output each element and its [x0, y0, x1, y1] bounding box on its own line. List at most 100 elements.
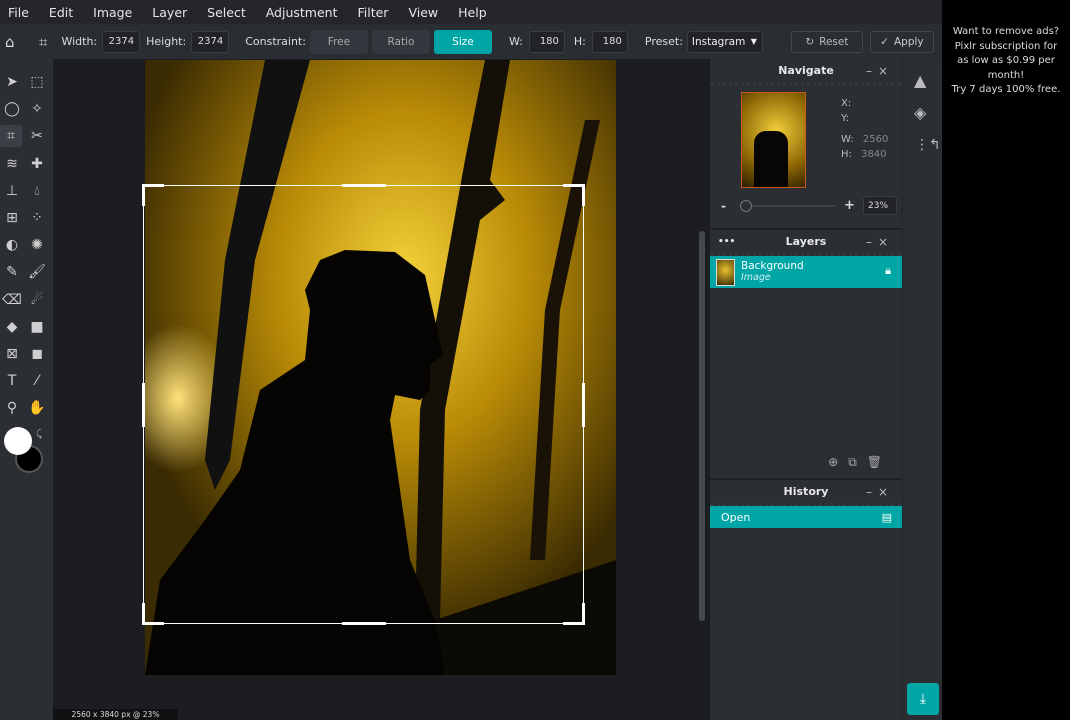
layer-thumbnail: [716, 258, 735, 286]
download-icon: ⤓: [919, 691, 927, 707]
constraint-ratio[interactable]: Ratio: [371, 29, 430, 54]
panel-controls[interactable]: –×: [866, 485, 894, 499]
zoom-slider-handle[interactable]: [740, 200, 752, 212]
marquee-tool-icon[interactable]: ⬚: [28, 73, 46, 91]
constraint-size[interactable]: Size: [433, 29, 492, 54]
menu-help[interactable]: Help: [458, 5, 487, 20]
check-icon: ✓: [880, 35, 889, 48]
hand-tool-icon[interactable]: ✋: [28, 399, 46, 417]
download-button[interactable]: ⤓: [907, 683, 939, 715]
navigator-thumbnail[interactable]: [741, 92, 806, 188]
layer-item[interactable]: Background Image 🔒︎: [710, 256, 902, 288]
cut-tool-icon[interactable]: ✂: [28, 127, 46, 145]
smudge-tool-icon[interactable]: ☄: [28, 291, 46, 309]
reset-button[interactable]: ↻ Reset: [790, 30, 863, 53]
menu-image[interactable]: Image: [93, 5, 132, 20]
apply-button[interactable]: ✓ Apply: [869, 30, 934, 53]
menu-view[interactable]: View: [408, 5, 438, 20]
menu-file[interactable]: File: [8, 5, 29, 20]
lock-icon[interactable]: 🔒︎: [885, 264, 891, 278]
navigate-title: Navigate: [778, 64, 834, 77]
w-input[interactable]: 180: [528, 30, 565, 53]
ad-banner[interactable]: Want to remove ads? Pixlr subscription f…: [942, 0, 1070, 720]
w-label: W:: [841, 134, 854, 145]
constraint-free[interactable]: Free: [309, 29, 368, 54]
crop-handle-right[interactable]: [582, 383, 585, 427]
canvas-area[interactable]: 2560 x 3840 px @ 23%: [53, 59, 710, 720]
panel-controls[interactable]: –×: [866, 64, 894, 78]
brush-tool-icon[interactable]: 🖌︎: [28, 263, 46, 281]
move-tool-icon[interactable]: ➤: [3, 73, 21, 91]
home-icon[interactable]: ⌂: [5, 33, 21, 51]
crop-handle-left[interactable]: [142, 383, 145, 427]
crop-handle-tr[interactable]: [563, 184, 585, 206]
crop-box[interactable]: [142, 184, 585, 625]
gradient-tool-icon[interactable]: ■: [28, 318, 46, 336]
menu-edit[interactable]: Edit: [49, 5, 73, 20]
h-input[interactable]: 180: [591, 30, 628, 53]
crop-tool-icon[interactable]: ⌗: [0, 125, 22, 148]
panels: Navigate –× X: Y: W: 2560 H: 3840 - + 23%…: [710, 59, 902, 720]
crop-handle-top[interactable]: [342, 184, 386, 187]
heal-tool-icon[interactable]: ✚: [28, 155, 46, 173]
layers-toggle-icon[interactable]: ◈: [914, 103, 926, 122]
layers-panel: ••• Layers –× Background Image 🔒︎ ⊕⧉🗑︎: [710, 230, 902, 480]
blur-tool-icon[interactable]: 💧︎: [28, 182, 46, 200]
sponge-tool-icon[interactable]: ✺: [28, 236, 46, 254]
h-label: H:: [573, 35, 586, 48]
preset-dropdown[interactable]: Instagram ▼: [686, 30, 763, 53]
liquify-tool-icon[interactable]: ≋: [3, 155, 21, 173]
crop-tool-icon: ⌗: [39, 32, 48, 51]
shape-tool-icon[interactable]: ◼: [28, 345, 46, 363]
crop-handle-br[interactable]: [563, 603, 585, 625]
pen-tool-icon[interactable]: ✎: [3, 263, 21, 281]
preset-label: Preset:: [644, 35, 683, 48]
fill-tool-icon[interactable]: ◆: [3, 318, 21, 336]
reset-label: Reset: [819, 35, 849, 48]
zoom-out-button[interactable]: -: [721, 199, 726, 213]
crop-handle-bl[interactable]: [142, 603, 164, 625]
width-input[interactable]: 2374: [102, 30, 141, 53]
foreground-color-swatch[interactable]: [4, 427, 32, 455]
dodge-tool-icon[interactable]: ◐: [3, 236, 21, 254]
eyedropper-tool-icon[interactable]: ⁄: [28, 372, 46, 390]
clone-tool-icon[interactable]: ⊥: [3, 182, 21, 200]
menu-layer[interactable]: Layer: [152, 5, 187, 20]
layer-actions: ⊕⧉🗑︎: [828, 455, 892, 470]
spot-tool-icon[interactable]: ⁘: [28, 209, 46, 227]
vertical-scrollbar[interactable]: [699, 231, 705, 621]
history-toggle-icon[interactable]: ⋮↰: [915, 137, 941, 153]
menu-select[interactable]: Select: [207, 5, 246, 20]
status-bar: 2560 x 3840 px @ 23%: [53, 709, 178, 720]
menu-adjustment[interactable]: Adjustment: [266, 5, 338, 20]
history-item-label: Open: [721, 510, 751, 524]
duplicate-layer-icon[interactable]: ⧉: [848, 455, 867, 469]
delete-layer-icon[interactable]: 🗑︎: [867, 455, 892, 469]
y-label: Y:: [841, 112, 850, 124]
wand-tool-icon[interactable]: ✧: [28, 100, 46, 118]
layers-header: ••• Layers –×: [710, 230, 902, 256]
thumbnail-silhouette: [754, 131, 788, 187]
history-item[interactable]: Open ▤: [710, 506, 902, 528]
zoom-slider[interactable]: [740, 200, 836, 212]
crop-handle-tl[interactable]: [142, 184, 164, 206]
layers-more-button[interactable]: •••: [718, 237, 735, 247]
zoom-input[interactable]: 23%: [863, 196, 897, 215]
eraser-tool-icon[interactable]: ⌫: [2, 291, 22, 309]
grid-tool-icon[interactable]: ⊞: [3, 209, 21, 227]
add-layer-icon[interactable]: ⊕: [828, 455, 848, 469]
height-input[interactable]: 2374: [191, 30, 230, 53]
menu-filter[interactable]: Filter: [357, 5, 388, 20]
layer-type: Image: [741, 272, 771, 283]
crop-handle-bottom[interactable]: [342, 622, 386, 625]
frame-tool-icon[interactable]: ⊠: [3, 345, 21, 363]
zoom-tool-icon[interactable]: ⚲: [3, 399, 21, 417]
layer-name: Background: [741, 260, 804, 272]
w-label: W:: [508, 35, 523, 48]
navigate-toggle-icon[interactable]: ▲: [914, 71, 926, 90]
swap-colors-icon[interactable]: ⤹: [36, 429, 42, 440]
lasso-tool-icon[interactable]: ◯: [3, 100, 21, 118]
panel-controls[interactable]: –×: [866, 235, 894, 249]
text-tool-icon[interactable]: T: [3, 372, 21, 390]
zoom-in-button[interactable]: +: [844, 198, 855, 213]
